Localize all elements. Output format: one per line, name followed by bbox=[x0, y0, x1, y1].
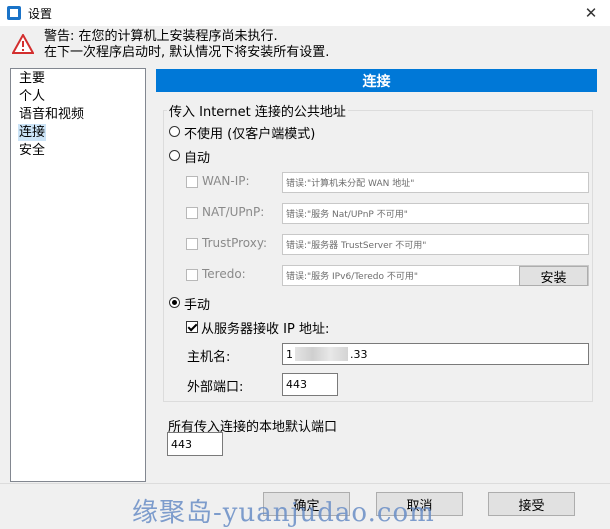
radio-none-label[interactable]: 不使用 (仅客户端模式) bbox=[184, 123, 315, 142]
external-port-input[interactable]: 443 bbox=[282, 373, 338, 396]
warning-line-2: 在下一次程序启动时, 默认情况下将安装所有设置. bbox=[44, 45, 330, 60]
radio-manual-label[interactable]: 手动 bbox=[184, 294, 210, 313]
watermark-text: 缘聚岛-yuanjudao.com bbox=[132, 498, 435, 528]
close-icon: ✕ bbox=[584, 4, 598, 22]
wan-ip-checkbox[interactable] bbox=[186, 176, 198, 188]
apply-button[interactable]: 接受 bbox=[488, 492, 575, 516]
receive-ip-checkbox[interactable] bbox=[186, 321, 198, 333]
sidebar-item-voice-video[interactable]: 语音和视频 bbox=[18, 106, 85, 123]
nat-upnp-checkbox[interactable] bbox=[186, 207, 198, 219]
settings-sidebar: 主要 个人 语音和视频 连接 安全 bbox=[10, 68, 146, 482]
receive-ip-label[interactable]: 从服务器接收 IP 地址: bbox=[201, 318, 329, 337]
local-port-input[interactable]: 443 bbox=[167, 432, 223, 456]
wan-ip-label: WAN-IP: bbox=[202, 174, 250, 188]
host-value-suffix: .33 bbox=[350, 347, 368, 361]
install-button[interactable]: 安装 bbox=[519, 266, 588, 286]
sidebar-item-personal[interactable]: 个人 bbox=[18, 88, 46, 105]
window-title: 设置 bbox=[28, 7, 53, 21]
teredo-label: Teredo: bbox=[202, 267, 246, 281]
radio-manual[interactable] bbox=[169, 297, 180, 308]
sidebar-item-main[interactable]: 主要 bbox=[18, 70, 46, 87]
teredo-checkbox[interactable] bbox=[186, 269, 198, 281]
radio-auto[interactable] bbox=[169, 150, 180, 161]
wan-ip-field: 错误:"计算机未分配 WAN 地址" bbox=[282, 172, 589, 193]
trustproxy-field: 错误:"服务器 TrustServer 不可用" bbox=[282, 234, 589, 255]
radio-none[interactable] bbox=[169, 126, 180, 137]
sidebar-item-security[interactable]: 安全 bbox=[18, 142, 46, 159]
host-value-prefix: 1 bbox=[286, 347, 293, 361]
warning-icon bbox=[12, 34, 34, 54]
trustproxy-label: TrustProxy: bbox=[202, 236, 268, 250]
radio-auto-label[interactable]: 自动 bbox=[184, 147, 210, 166]
app-icon bbox=[7, 6, 21, 20]
close-button[interactable]: ✕ bbox=[572, 0, 610, 26]
public-address-group-label: 传入 Internet 连接的公共地址 bbox=[167, 101, 348, 120]
host-label: 主机名: bbox=[187, 350, 231, 365]
nat-upnp-field: 错误:"服务 Nat/UPnP 不可用" bbox=[282, 203, 589, 224]
external-port-label: 外部端口: bbox=[187, 380, 244, 395]
footer-separator bbox=[0, 483, 610, 484]
host-redacted bbox=[295, 347, 348, 361]
title-bar: 设置 ✕ bbox=[0, 0, 610, 26]
sidebar-item-connection[interactable]: 连接 bbox=[18, 124, 47, 141]
host-input[interactable]: 1 .33 bbox=[282, 343, 589, 365]
panel-header: 连接 bbox=[156, 69, 597, 92]
trustproxy-checkbox[interactable] bbox=[186, 238, 198, 250]
nat-upnp-label: NAT/UPnP: bbox=[202, 205, 265, 219]
